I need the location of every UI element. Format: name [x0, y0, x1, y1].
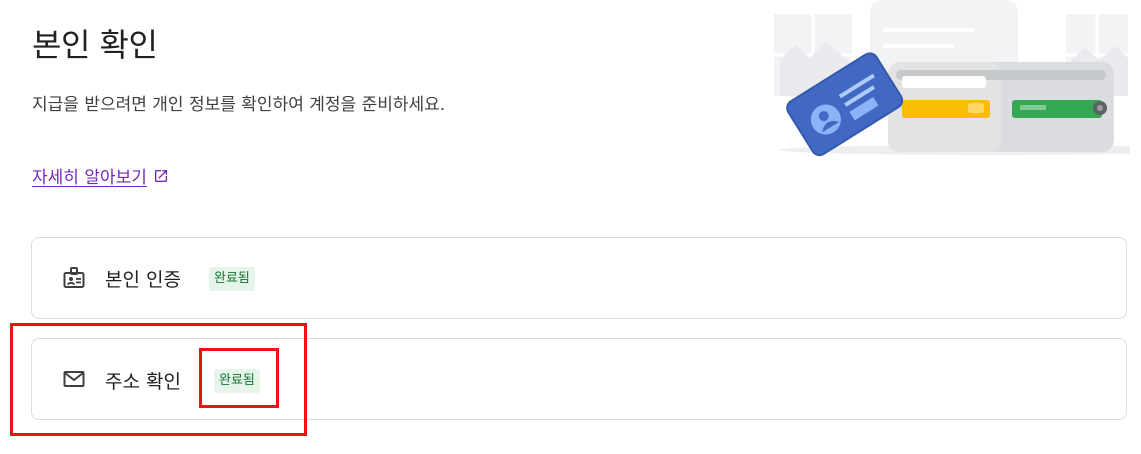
address-verification-item[interactable]: 주소 확인 완료됨: [31, 338, 1127, 420]
external-link-icon: [153, 168, 169, 184]
learn-more-link[interactable]: 자세히 알아보기: [32, 163, 169, 188]
status-badge: 완료됨: [209, 267, 255, 291]
verification-illustration: [770, 0, 1141, 160]
mail-icon: [61, 366, 87, 392]
status-badge: 완료됨: [214, 369, 260, 393]
page-title: 본인 확인: [32, 26, 158, 64]
page-description: 지급을 받으려면 개인 정보를 확인하여 계정을 준비하세요.: [32, 95, 446, 115]
identity-verification-item[interactable]: 본인 인증 완료됨: [31, 237, 1127, 319]
id-badge-icon: [61, 265, 87, 291]
learn-more-label: 자세히 알아보기: [32, 168, 147, 188]
address-verification-label: 주소 확인: [105, 371, 181, 393]
identity-verification-label: 본인 인증: [105, 269, 181, 291]
